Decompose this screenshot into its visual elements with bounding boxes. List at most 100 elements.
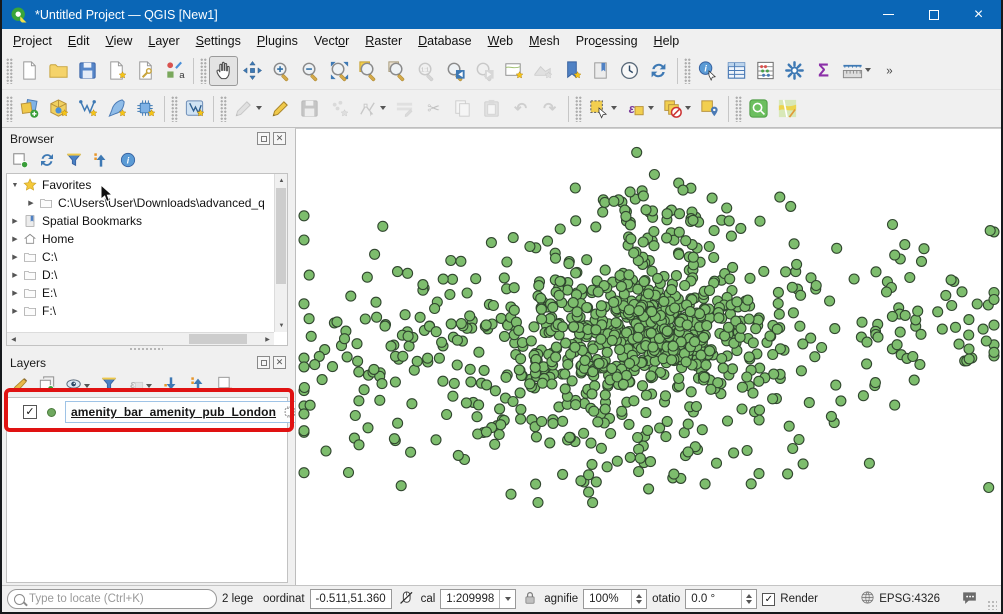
add-selected-layers-button[interactable] — [8, 148, 32, 172]
coordinate-input[interactable]: -0.511,51.360 — [310, 589, 392, 609]
browser-vertical-scrollbar[interactable]: ▲ ▼ — [274, 174, 287, 332]
measure-button[interactable] — [838, 56, 867, 86]
pan-to-selection-button[interactable] — [238, 56, 267, 86]
layer-visibility-checkbox[interactable]: ✓ — [23, 405, 37, 419]
zoom-last-button[interactable] — [441, 56, 470, 86]
chevron-down-icon[interactable] — [648, 106, 654, 110]
menu-view[interactable]: View — [97, 31, 140, 51]
select-by-value-button[interactable] — [695, 94, 724, 124]
expander-icon[interactable]: ▼ — [9, 182, 21, 189]
collapse-all-button[interactable] — [89, 148, 113, 172]
show-statistics-button[interactable]: Σ — [809, 56, 838, 86]
quickmapservices-search-button[interactable] — [744, 94, 773, 124]
expander-icon[interactable]: ▶ — [9, 253, 21, 261]
lock-scale-icon[interactable] — [521, 589, 539, 610]
show-layout-manager-button[interactable] — [131, 56, 160, 86]
chevron-down-icon[interactable] — [256, 106, 262, 110]
locator-search[interactable] — [7, 589, 217, 609]
zoom-to-layer-button[interactable] — [383, 56, 412, 86]
scale-combo[interactable]: 1:209998 — [440, 589, 516, 609]
menu-raster[interactable]: Raster — [357, 31, 410, 51]
toolbar-grip[interactable] — [6, 58, 13, 84]
layers-float-button[interactable] — [257, 356, 270, 369]
browser-item-d-[interactable]: ▶D:\ — [7, 266, 273, 284]
scroll-up-icon[interactable]: ▲ — [275, 174, 288, 187]
open-attribute-table-button[interactable] — [722, 56, 751, 86]
map-canvas[interactable] — [295, 128, 1001, 585]
resize-grip[interactable] — [987, 600, 997, 610]
extents-mouse-icon[interactable] — [397, 588, 416, 610]
new-print-layout-button[interactable] — [102, 56, 131, 86]
layer-item[interactable]: ✓ amenity_bar_amenity_pub_London — [7, 398, 287, 426]
expand-all-button[interactable] — [159, 372, 183, 396]
browser-close-button[interactable]: ✕ — [273, 132, 286, 145]
temporal-controller-button[interactable] — [615, 56, 644, 86]
new-spatialite-layer-button[interactable] — [102, 94, 131, 124]
menu-layer[interactable]: Layer — [140, 31, 187, 51]
scroll-down-icon[interactable]: ▼ — [275, 319, 288, 332]
new-spatial-bookmark-button[interactable] — [557, 56, 586, 86]
browser-float-button[interactable] — [257, 132, 270, 145]
toolbar-grip[interactable] — [220, 96, 227, 122]
expander-icon[interactable]: ▶ — [9, 289, 21, 297]
chevron-down-icon[interactable] — [865, 68, 871, 72]
crs-value[interactable]: EPSG:4326 — [879, 593, 940, 605]
quickosm-button[interactable] — [773, 94, 802, 124]
open-layer-styling-button[interactable] — [8, 372, 32, 396]
spinner-arrows[interactable] — [631, 590, 646, 608]
browser-item-e-[interactable]: ▶E:\ — [7, 284, 273, 302]
browser-horizontal-scrollbar[interactable]: ◀ ▶ — [7, 332, 274, 345]
chevron-down-icon[interactable] — [380, 106, 386, 110]
manage-map-themes-button[interactable] — [62, 372, 86, 396]
minimize-button[interactable] — [866, 0, 911, 29]
spinner-arrows[interactable] — [741, 590, 756, 608]
menu-project[interactable]: Project — [5, 31, 60, 51]
menu-help[interactable]: Help — [646, 31, 688, 51]
new-virtual-layer-button[interactable] — [131, 94, 160, 124]
filter-browser-button[interactable] — [62, 148, 86, 172]
browser-item-spatial-bookmarks[interactable]: ▶Spatial Bookmarks — [7, 212, 273, 230]
remove-layer-button[interactable] — [213, 372, 237, 396]
layers-close-button[interactable]: ✕ — [273, 356, 286, 369]
expander-icon[interactable]: ▶ — [9, 235, 21, 243]
expander-icon[interactable]: ▶ — [9, 217, 21, 225]
toolbar-overflow-button[interactable]: » — [875, 56, 904, 86]
rotation-spinbox[interactable]: 0.0 ° — [685, 589, 757, 609]
select-by-expression-button[interactable]: ε — [621, 94, 650, 124]
select-features-button[interactable] — [584, 94, 613, 124]
filter-legend-button[interactable] — [97, 372, 121, 396]
refresh-browser-button[interactable] — [35, 148, 59, 172]
toolbar-grip[interactable] — [735, 96, 742, 122]
toolbar-grip[interactable] — [200, 58, 207, 84]
toolbar-grip[interactable] — [6, 96, 13, 122]
chevron-down-icon[interactable] — [146, 384, 152, 388]
toggle-editing-button[interactable] — [266, 94, 295, 124]
close-button[interactable]: × — [956, 0, 1001, 29]
zoom-in-button[interactable] — [267, 56, 296, 86]
expander-icon[interactable]: ▶ — [9, 307, 21, 315]
open-data-source-manager-button[interactable] — [15, 94, 44, 124]
toolbar-grip[interactable] — [684, 58, 691, 84]
chevron-down-icon[interactable] — [499, 590, 515, 608]
add-group-button[interactable] — [35, 372, 59, 396]
chevron-down-icon[interactable] — [611, 106, 617, 110]
open-project-button[interactable] — [44, 56, 73, 86]
save-project-button[interactable] — [73, 56, 102, 86]
zoom-full-button[interactable] — [325, 56, 354, 86]
menu-web[interactable]: Web — [480, 31, 521, 51]
show-spatial-bookmarks-button[interactable] — [586, 56, 615, 86]
statistical-summary-button[interactable] — [751, 56, 780, 86]
menu-mesh[interactable]: Mesh — [521, 31, 568, 51]
crs-globe-icon[interactable] — [859, 589, 876, 609]
render-checkbox[interactable]: ✓ — [762, 593, 775, 606]
browser-item-f-[interactable]: ▶F:\ — [7, 302, 273, 320]
menu-edit[interactable]: Edit — [60, 31, 98, 51]
new-memory-layer-button[interactable] — [180, 94, 209, 124]
new-shapefile-layer-button[interactable] — [73, 94, 102, 124]
expander-icon[interactable]: ▶ — [9, 271, 21, 279]
menu-database[interactable]: Database — [410, 31, 480, 51]
layer-name-field[interactable]: amenity_bar_amenity_pub_London — [65, 401, 303, 423]
menu-plugins[interactable]: Plugins — [249, 31, 306, 51]
scroll-right-icon[interactable]: ▶ — [261, 333, 274, 346]
scrollbar-thumb[interactable] — [189, 334, 248, 344]
